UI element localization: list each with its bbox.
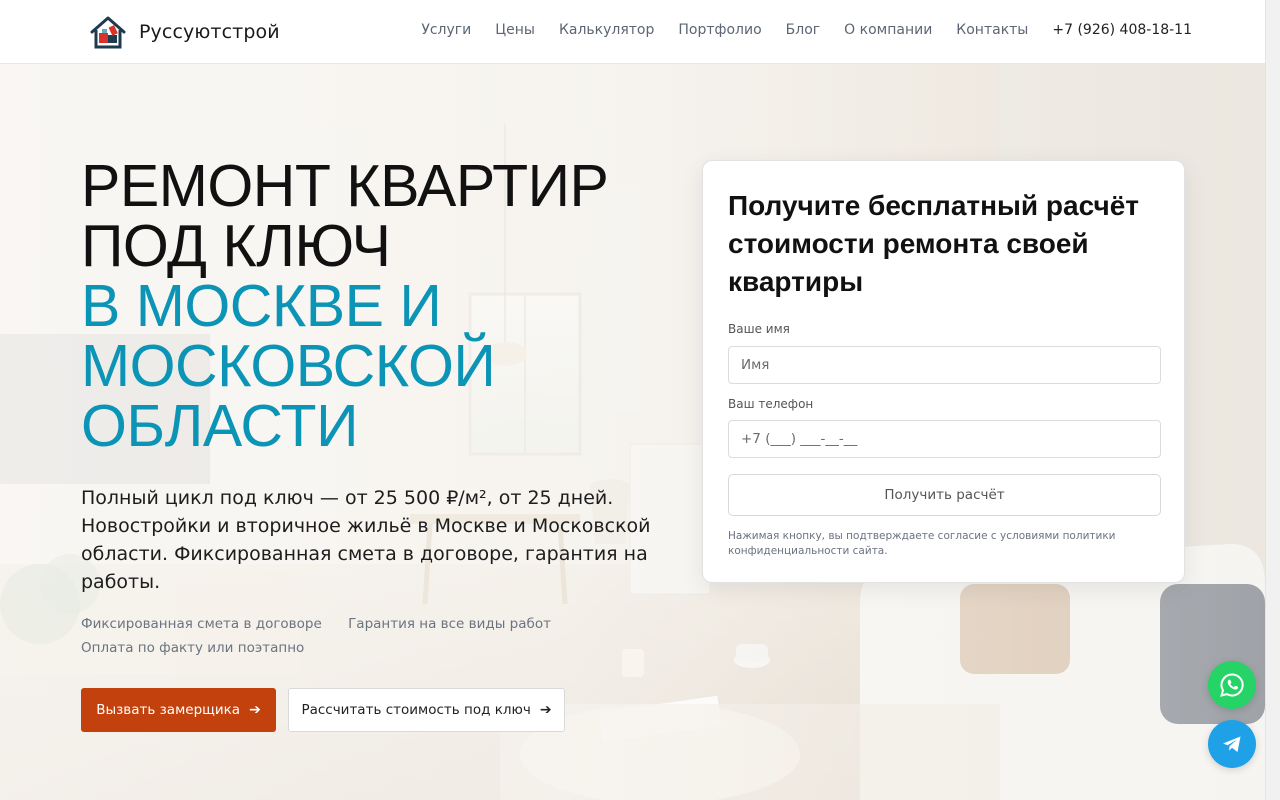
header-phone-link[interactable]: +7 (926) 408-18-11 [1052, 22, 1192, 38]
get-estimate-button[interactable]: Получить расчёт [728, 474, 1161, 516]
nav-link-prices[interactable]: Цены [495, 22, 535, 38]
nav-link-about[interactable]: О компании [844, 22, 932, 38]
hero-title-accent-line: ОБЛАСТИ [81, 393, 358, 459]
brand-name: Руссуютстрой [139, 21, 280, 43]
feature-payment: Оплата по факту или поэтапно [81, 640, 305, 656]
nav-link-services[interactable]: Услуги [421, 22, 471, 38]
nav-link-calculator[interactable]: Калькулятор [559, 22, 654, 38]
estimate-request-form: Получите бесплатный расчёт стоимости рем… [702, 160, 1185, 583]
whatsapp-button[interactable] [1208, 661, 1256, 709]
nav-link-portfolio[interactable]: Портфолио [678, 22, 761, 38]
telegram-icon [1223, 736, 1241, 752]
privacy-consent-text: Нажимая кнопку, вы подтверждаете согласи… [728, 530, 1116, 557]
house-logo-icon [90, 16, 126, 49]
whatsapp-icon [1220, 673, 1244, 697]
page-scrollbar[interactable] [1265, 0, 1280, 800]
hero-title-accent-line: МОСКОВСКОЙ [81, 333, 496, 399]
telegram-button[interactable] [1208, 720, 1256, 768]
arrow-right-icon: ➔ [539, 702, 552, 718]
feature-fixed-estimate: Фиксированная смета в договоре [81, 616, 322, 632]
form-title: Получите бесплатный расчёт стоимости рем… [728, 190, 1139, 297]
nav-link-blog[interactable]: Блог [786, 22, 820, 38]
site-header: Руссуютстрой Услуги Цены Калькулятор Пор… [0, 0, 1265, 64]
calculate-cost-button[interactable]: Рассчитать стоимость под ключ ➔ [288, 688, 565, 732]
call-measurer-button[interactable]: Вызвать замерщика ➔ [81, 688, 276, 732]
brand-logo[interactable]: Руссуютстрой [88, 14, 280, 50]
hero-title-line: ПОД КЛЮЧ [81, 213, 391, 279]
arrow-right-icon: ➔ [249, 702, 261, 718]
feature-warranty: Гарантия на все виды работ [348, 616, 551, 632]
name-input[interactable] [728, 346, 1161, 384]
hero-title: РЕМОНТ КВАРТИР ПОД КЛЮЧ В МОСКВЕ И МОСКО… [81, 156, 701, 456]
call-measurer-label: Вызвать замерщика [96, 702, 241, 718]
name-field-label: Ваше имя [728, 322, 790, 336]
hero-title-line: РЕМОНТ КВАРТИР [81, 153, 609, 219]
phone-input[interactable] [728, 420, 1161, 458]
hero-features-list: Фиксированная смета в договоре Гарантия … [81, 612, 641, 660]
phone-field-label: Ваш телефон [728, 397, 814, 411]
nav-link-contacts[interactable]: Контакты [956, 22, 1028, 38]
hero-title-accent-line: В МОСКВЕ И [81, 273, 442, 339]
hero-description: Полный цикл под ключ — от 25 500 ₽/м², о… [81, 487, 651, 593]
calculate-cost-label: Рассчитать стоимость под ключ [301, 702, 531, 718]
main-nav: Услуги Цены Калькулятор Портфолио Блог О… [397, 22, 1192, 38]
